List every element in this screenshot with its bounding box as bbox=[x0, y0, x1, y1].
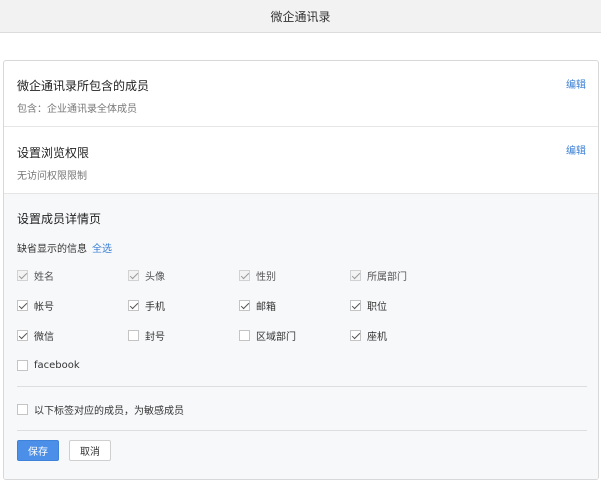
field-checkbox-label: 性别 bbox=[256, 271, 276, 283]
field-checkbox[interactable] bbox=[239, 299, 250, 311]
field-option[interactable]: 区域部门 bbox=[239, 328, 296, 343]
field-option[interactable]: 手机 bbox=[128, 298, 165, 313]
members-section-subtitle: 包含：企业通讯录全体成员 bbox=[17, 104, 137, 115]
field-checkbox-label: 区域部门 bbox=[256, 331, 296, 343]
field-checkbox[interactable] bbox=[17, 359, 28, 371]
field-option[interactable]: 封号 bbox=[128, 328, 165, 343]
save-button[interactable]: 保存 bbox=[17, 440, 59, 461]
field-checkbox bbox=[17, 269, 28, 281]
field-option[interactable]: 帐号 bbox=[17, 298, 54, 313]
field-checkbox bbox=[350, 269, 361, 281]
field-checkbox-label: 座机 bbox=[367, 331, 387, 343]
field-checkbox[interactable] bbox=[239, 329, 250, 341]
field-checkbox-label: 职位 bbox=[367, 301, 387, 313]
divider bbox=[17, 386, 587, 387]
settings-card: 微企通讯录所包含的成员 包含：企业通讯录全体成员 编辑 设置浏览权限 无访问权限… bbox=[3, 60, 599, 480]
window-title: 微企通讯录 bbox=[270, 9, 331, 24]
field-checkbox-label: 手机 bbox=[145, 301, 165, 313]
member-detail-section: 设置成员详情页 缺省显示的信息 全选 姓名 头像 性别 所属部门帐号 手机 邮箱 职位微信 封… bbox=[4, 194, 598, 479]
field-checkbox-label: 微信 bbox=[34, 331, 54, 343]
divider bbox=[17, 430, 587, 431]
field-checkbox-label: 封号 bbox=[145, 331, 165, 343]
field-checkbox bbox=[239, 269, 250, 281]
field-option: 所属部门 bbox=[350, 268, 407, 283]
field-checkbox[interactable] bbox=[350, 299, 361, 311]
cancel-button[interactable]: 取消 bbox=[69, 440, 111, 461]
field-option: 姓名 bbox=[17, 268, 54, 283]
field-checkbox-label: 邮箱 bbox=[256, 301, 276, 313]
permission-section-subtitle: 无访问权限限制 bbox=[17, 171, 87, 182]
field-option[interactable]: 职位 bbox=[350, 298, 387, 313]
members-section: 微企通讯录所包含的成员 包含：企业通讯录全体成员 编辑 bbox=[4, 61, 598, 127]
default-info-label: 缺省显示的信息 bbox=[17, 244, 87, 255]
field-checkbox[interactable] bbox=[350, 329, 361, 341]
field-option[interactable]: facebook bbox=[17, 358, 80, 372]
members-section-title: 微企通讯录所包含的成员 bbox=[17, 79, 150, 93]
select-all-link[interactable]: 全选 bbox=[92, 240, 112, 255]
sensitive-members-option[interactable]: 以下标签对应的成员，为敏感成员 bbox=[17, 402, 184, 417]
field-option: 性别 bbox=[239, 268, 276, 283]
field-checkbox-label: 头像 bbox=[145, 271, 165, 283]
field-checkbox-label: facebook bbox=[34, 359, 80, 371]
field-checkbox-label: 姓名 bbox=[34, 271, 54, 283]
field-option[interactable]: 邮箱 bbox=[239, 298, 276, 313]
field-checkbox-label: 帐号 bbox=[34, 301, 54, 313]
members-edit-link[interactable]: 编辑 bbox=[566, 76, 586, 91]
permission-section: 设置浏览权限 无访问权限限制 编辑 bbox=[4, 127, 598, 194]
window-title-bar: 微企通讯录 bbox=[0, 0, 601, 33]
permission-section-title: 设置浏览权限 bbox=[17, 146, 90, 160]
field-checkbox[interactable] bbox=[128, 299, 139, 311]
field-checkbox[interactable] bbox=[17, 299, 28, 311]
field-checkbox-label: 所属部门 bbox=[367, 271, 407, 283]
field-option: 头像 bbox=[128, 268, 165, 283]
member-detail-section-title: 设置成员详情页 bbox=[17, 212, 102, 226]
field-option[interactable]: 座机 bbox=[350, 328, 387, 343]
sensitive-members-checkbox[interactable] bbox=[17, 403, 28, 415]
field-option[interactable]: 微信 bbox=[17, 328, 54, 343]
sensitive-members-label: 以下标签对应的成员，为敏感成员 bbox=[34, 405, 184, 417]
permission-edit-link[interactable]: 编辑 bbox=[566, 142, 586, 157]
field-checkbox[interactable] bbox=[128, 329, 139, 341]
field-checkbox[interactable] bbox=[17, 329, 28, 341]
field-checkbox bbox=[128, 269, 139, 281]
